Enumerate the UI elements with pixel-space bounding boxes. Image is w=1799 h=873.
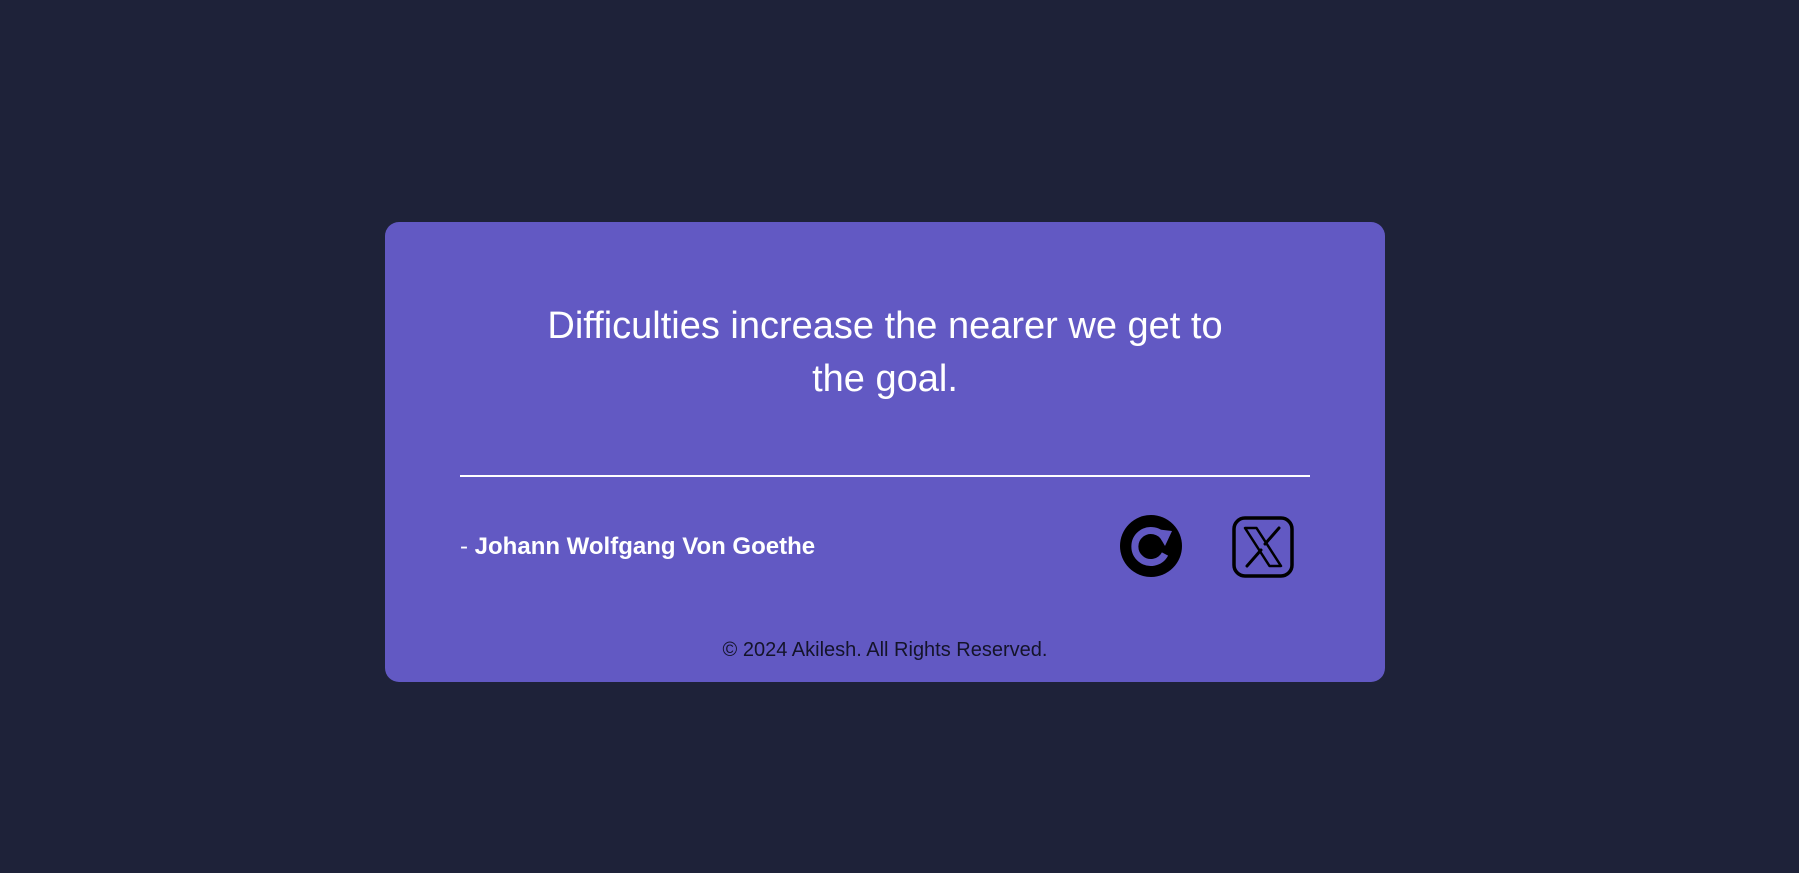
divider xyxy=(460,475,1310,477)
refresh-icon xyxy=(1120,515,1182,577)
quote-text: Difficulties increase the nearer we get … xyxy=(547,305,1223,400)
author-name: Johann Wolfgang Von Goethe xyxy=(474,533,816,560)
tweet-button[interactable] xyxy=(1232,516,1294,578)
new-quote-button[interactable] xyxy=(1119,514,1183,578)
author-prefix: - xyxy=(460,533,475,560)
copyright-footer: © 2024 Akilesh. All Rights Reserved. xyxy=(722,639,1048,661)
quote-card: Difficulties increase the nearer we get … xyxy=(385,222,1385,682)
author-row: - Johann Wolfgang Von Goethe xyxy=(460,512,1310,582)
x-twitter-icon xyxy=(1232,516,1294,578)
quote-author: - Johann Wolfgang Von Goethe xyxy=(460,532,815,562)
